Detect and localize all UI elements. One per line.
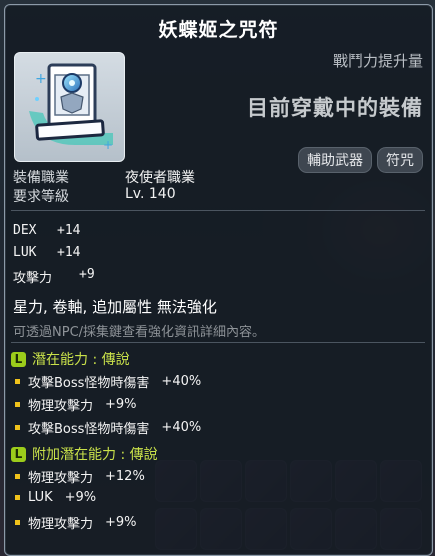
bullet-icon	[15, 474, 20, 479]
stat-value: +9	[79, 267, 95, 282]
potential-title: 潛在能力 : 傳說	[32, 352, 130, 368]
equipped-label: 目前穿戴中的裝備	[247, 96, 423, 120]
potential-line: 攻擊Boss怪物時傷害 +40%	[15, 418, 201, 437]
potential-line: 攻擊Boss怪物時傷害 +40%	[15, 372, 201, 391]
bonus-potential-line: 物理攻擊力 +9%	[15, 513, 137, 532]
enhancement-hint: 可透過NPC/採集鍵查看強化資訊詳細內容。	[13, 325, 266, 340]
bonus-potential-line: 物理攻擊力 +12%	[15, 467, 145, 486]
level-value: Lv. 140	[125, 186, 176, 202]
stat-increase-label: 戰鬥力提升量	[332, 52, 423, 70]
legendary-grade-icon: L	[11, 351, 26, 367]
enhancement-properties: 星力, 卷軸, 追加屬性 無法強化	[13, 298, 217, 316]
talisman-icon: + +	[29, 63, 113, 152]
stat-name: DEX	[13, 223, 37, 238]
stat-dex: DEX +14	[13, 223, 80, 238]
potential-line: 物理攻擊力 +9%	[15, 395, 137, 414]
legendary-grade-icon: L	[11, 446, 26, 462]
stat-name: 攻擊力	[13, 271, 53, 286]
bonus-potential-line: LUK +9%	[15, 490, 96, 505]
level-label: 要求等級	[13, 189, 69, 205]
stat-value: +14	[57, 223, 81, 238]
item-icon-frame: + +	[14, 52, 125, 162]
svg-text:+: +	[103, 138, 113, 152]
item-tags: 輔助武器 符咒	[298, 147, 423, 173]
stat-luk: LUK +14	[13, 245, 80, 260]
bullet-icon	[15, 520, 20, 525]
item-tooltip: 妖蝶姬之咒符 + + 戰鬥力提升量 目前穿戴中的裝備 輔助武器 符咒 裝備職業 …	[4, 4, 433, 556]
bullet-icon	[15, 425, 20, 430]
stat-name: LUK	[13, 245, 37, 260]
job-label: 裝備職業	[13, 170, 69, 186]
divider	[11, 210, 425, 211]
potential-header: L 潛在能力 : 傳說	[11, 349, 130, 369]
bullet-icon	[15, 495, 20, 500]
tag-talisman: 符咒	[377, 147, 423, 173]
job-value: 夜使者職業	[125, 170, 195, 186]
svg-text:+: +	[35, 71, 47, 87]
divider	[11, 342, 425, 343]
stat-value: +14	[57, 245, 81, 260]
bullet-icon	[15, 379, 20, 384]
tag-secondary-weapon: 輔助武器	[298, 147, 372, 173]
bonus-potential-header: L 附加潛在能力 : 傳說	[11, 444, 158, 464]
item-name: 妖蝶姬之咒符	[158, 19, 279, 41]
bullet-icon	[15, 402, 20, 407]
bonus-potential-title: 附加潛在能力 : 傳說	[32, 447, 158, 463]
stat-attack: 攻擊力 +9	[13, 267, 95, 286]
